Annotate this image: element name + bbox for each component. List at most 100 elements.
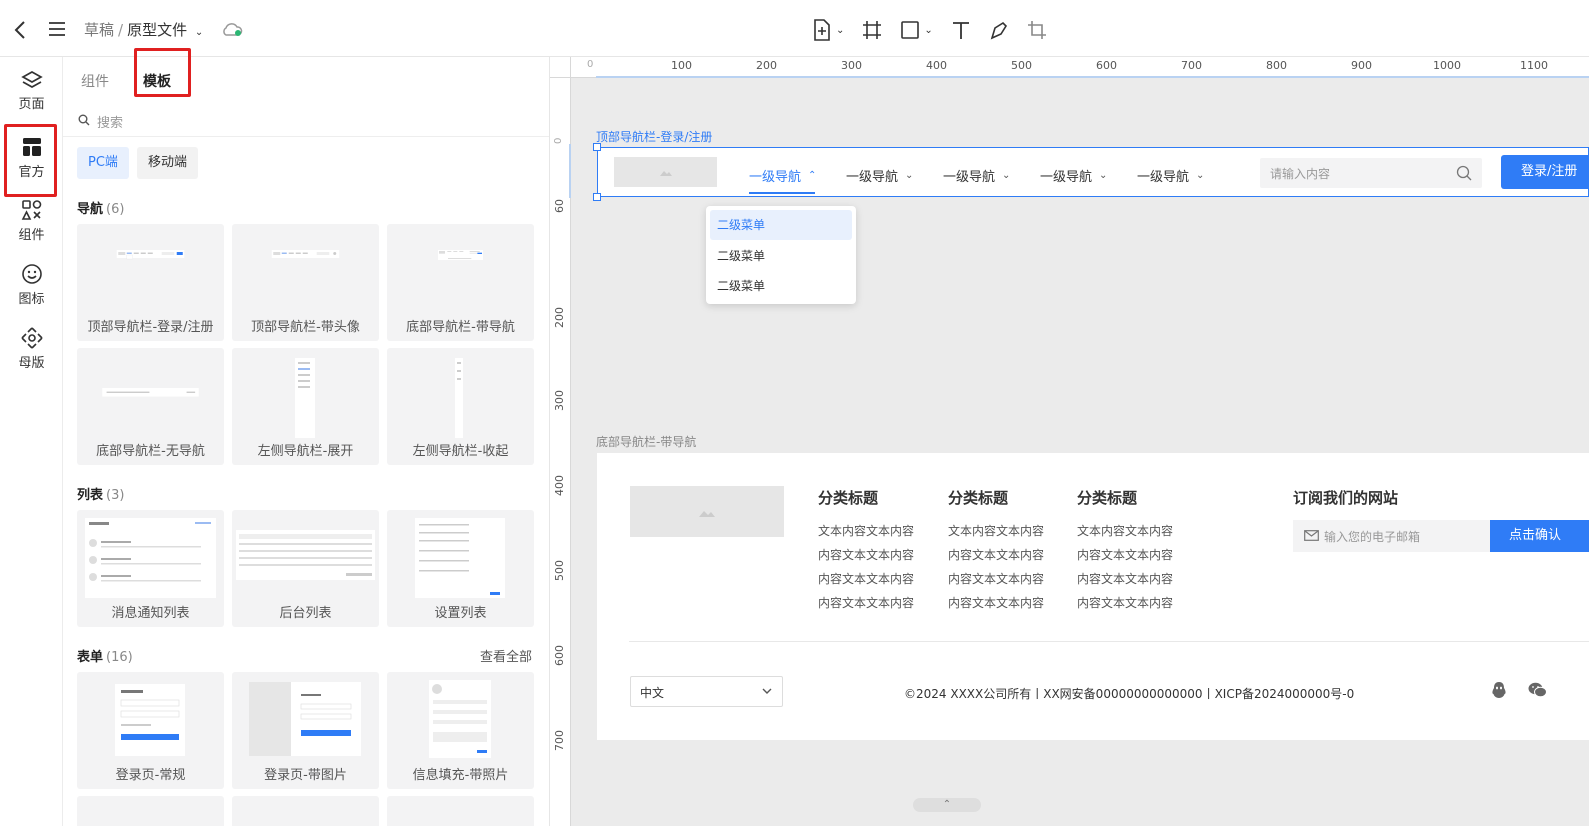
nav-item[interactable]: 一级导航 ⌄ — [1040, 166, 1107, 185]
segment-pc[interactable]: PC端 — [77, 147, 129, 179]
design-canvas[interactable]: 0 100 200 300 400 500 600 700 800 900 10… — [550, 57, 1589, 826]
template-card[interactable]: 后台列表 — [232, 510, 379, 627]
template-card[interactable]: 底部导航栏-无导航 — [77, 348, 224, 465]
template-card[interactable]: 登录页-常规 — [77, 672, 224, 789]
footer-column-link[interactable]: 内容文本文本内容 — [818, 570, 914, 587]
template-card[interactable] — [232, 796, 379, 826]
template-card[interactable]: 顶部导航栏-带头像 — [232, 224, 379, 341]
pen-icon — [990, 21, 1007, 40]
segment-mobile[interactable]: 移动端 — [137, 147, 199, 179]
frame-label[interactable]: 顶部导航栏-登录/注册 — [596, 128, 712, 145]
footer-logo-placeholder — [630, 486, 784, 537]
chevron-up-icon: ⌃ — [942, 799, 952, 810]
ruler-tick-label: 100 — [671, 59, 692, 72]
ruler-selection-highlight — [596, 76, 1589, 78]
search-input[interactable]: 搜索 — [97, 112, 123, 131]
footer-column-link[interactable]: 文本内容文本内容 — [818, 522, 914, 539]
sidebar-item-pages[interactable]: 页面 — [0, 70, 63, 112]
template-card[interactable]: 左侧导航栏-展开 — [232, 348, 379, 465]
pen-tool[interactable] — [989, 18, 1009, 42]
template-card[interactable]: 左侧导航栏-收起 — [387, 348, 534, 465]
view-all-link[interactable]: 查看全部 — [480, 646, 532, 665]
section-count: (6) — [106, 202, 125, 217]
template-card[interactable] — [387, 796, 534, 826]
chevron-down-icon — [762, 688, 772, 694]
template-card-label: 底部导航栏-带导航 — [406, 320, 515, 335]
breadcrumb-current[interactable]: 原型文件 — [127, 21, 187, 39]
back-icon[interactable] — [14, 20, 26, 43]
new-page-tool[interactable]: ⌄ — [812, 18, 844, 42]
section-title-text: 列表 — [77, 488, 104, 503]
smile-icon — [21, 264, 42, 284]
footer-divider — [629, 641, 1589, 642]
template-card[interactable]: 登录页-带图片 — [232, 672, 379, 789]
nav-search-input[interactable]: 请输入内容 — [1260, 158, 1482, 188]
footer-frame[interactable]: 分类标题 文本内容文本内容 内容文本文本内容 内容文本文本内容 内容文本文本内容… — [597, 453, 1589, 740]
chevron-up-icon: ⌃ — [808, 170, 817, 181]
qq-icon[interactable] — [1491, 681, 1507, 700]
text-tool[interactable] — [951, 18, 971, 42]
template-thumbnail — [295, 358, 315, 438]
selection-handle[interactable] — [593, 193, 601, 201]
nav-item[interactable]: 一级导航 ⌄ — [846, 166, 913, 185]
footer-column-link[interactable]: 内容文本文本内容 — [1077, 546, 1173, 563]
nav-item[interactable]: 一级导航 ⌄ — [943, 166, 1010, 185]
chevron-down-icon[interactable]: ⌄ — [924, 25, 932, 36]
wechat-icon[interactable] — [1528, 682, 1547, 698]
ruler-tick-label: 200 — [553, 307, 566, 328]
submenu-item[interactable]: 二级菜单 — [710, 241, 852, 271]
footer-column-link[interactable]: 内容文本文本内容 — [948, 594, 1044, 611]
top-nav-frame[interactable]: 一级导航 ⌃ 一级导航 ⌄ 一级导航 ⌄ 一级导航 ⌄ 一级导航 ⌄ 请输入内容 登录/注… — [597, 147, 1589, 197]
nav-item[interactable]: 一级导航 ⌄ — [1137, 166, 1204, 185]
submenu-item[interactable]: 二级菜单 — [710, 210, 852, 240]
crop-tool[interactable] — [1027, 18, 1047, 42]
template-thumbnail — [455, 358, 463, 438]
chevron-down-icon[interactable]: ⌄ — [195, 27, 203, 38]
tab-components[interactable]: 组件 — [81, 71, 109, 91]
section-count: (16) — [106, 650, 133, 665]
footer-column-link[interactable]: 文本内容文本内容 — [1077, 522, 1173, 539]
template-card[interactable]: 设置列表 — [387, 510, 534, 627]
submenu-item[interactable]: 二级菜单 — [710, 271, 852, 301]
breadcrumb-root[interactable]: 草稿 — [84, 21, 114, 39]
nav-active-underline — [749, 192, 815, 194]
subscribe-email-input[interactable]: 输入您的电子邮箱 — [1293, 520, 1490, 552]
template-thumbnail — [438, 250, 483, 260]
sidebar-item-label: 母版 — [18, 356, 45, 371]
ruler-tick-label: 200 — [756, 59, 777, 72]
template-thumbnail — [116, 250, 185, 260]
image-placeholder-icon — [659, 171, 672, 176]
login-register-button[interactable]: 登录/注册 — [1501, 155, 1589, 189]
hamburger-menu-icon[interactable] — [48, 18, 66, 42]
template-card[interactable] — [77, 796, 224, 826]
ruler-tick-label: 900 — [1351, 59, 1372, 72]
nav-item[interactable]: 一级导航 ⌃ — [749, 166, 816, 185]
template-card[interactable]: 底部导航栏-带导航 — [387, 224, 534, 341]
footer-column-link[interactable]: 内容文本文本内容 — [948, 570, 1044, 587]
template-card[interactable]: 顶部导航栏-登录/注册 — [77, 224, 224, 341]
sidebar-item-icons[interactable]: 图标 — [0, 263, 63, 307]
sidebar-item-components[interactable]: 组件 — [0, 199, 63, 243]
sidebar-item-master[interactable]: 母版 — [0, 327, 63, 371]
confirm-button[interactable]: 点击确认 — [1490, 520, 1589, 552]
footer-column-link[interactable]: 内容文本文本内容 — [948, 546, 1044, 563]
frame-icon — [863, 21, 882, 39]
chevron-down-icon[interactable]: ⌄ — [836, 25, 844, 36]
footer-column-link[interactable]: 内容文本文本内容 — [818, 594, 914, 611]
footer-column-link[interactable]: 内容文本文本内容 — [1077, 594, 1173, 611]
template-card-label: 登录页-常规 — [115, 768, 186, 783]
footer-column-link[interactable]: 内容文本文本内容 — [1077, 570, 1173, 587]
selection-handle[interactable] — [593, 143, 601, 151]
sidebar-item-label: 组件 — [18, 228, 45, 243]
template-card[interactable]: 信息填充-带照片 — [387, 672, 534, 789]
nav-item-label: 一级导航 — [846, 170, 899, 185]
language-select[interactable]: 中文 — [630, 676, 783, 707]
footer-column-link[interactable]: 内容文本文本内容 — [818, 546, 914, 563]
template-card[interactable]: 消息通知列表 — [77, 510, 224, 627]
footer-column-link[interactable]: 文本内容文本内容 — [948, 522, 1044, 539]
search-bar[interactable]: 搜索 — [63, 107, 549, 137]
shape-tool[interactable]: ⌄ — [900, 18, 933, 42]
frame-label[interactable]: 底部导航栏-带导航 — [596, 433, 696, 450]
collapse-handle[interactable]: ⌃ — [913, 798, 981, 812]
frame-tool[interactable] — [862, 18, 882, 42]
